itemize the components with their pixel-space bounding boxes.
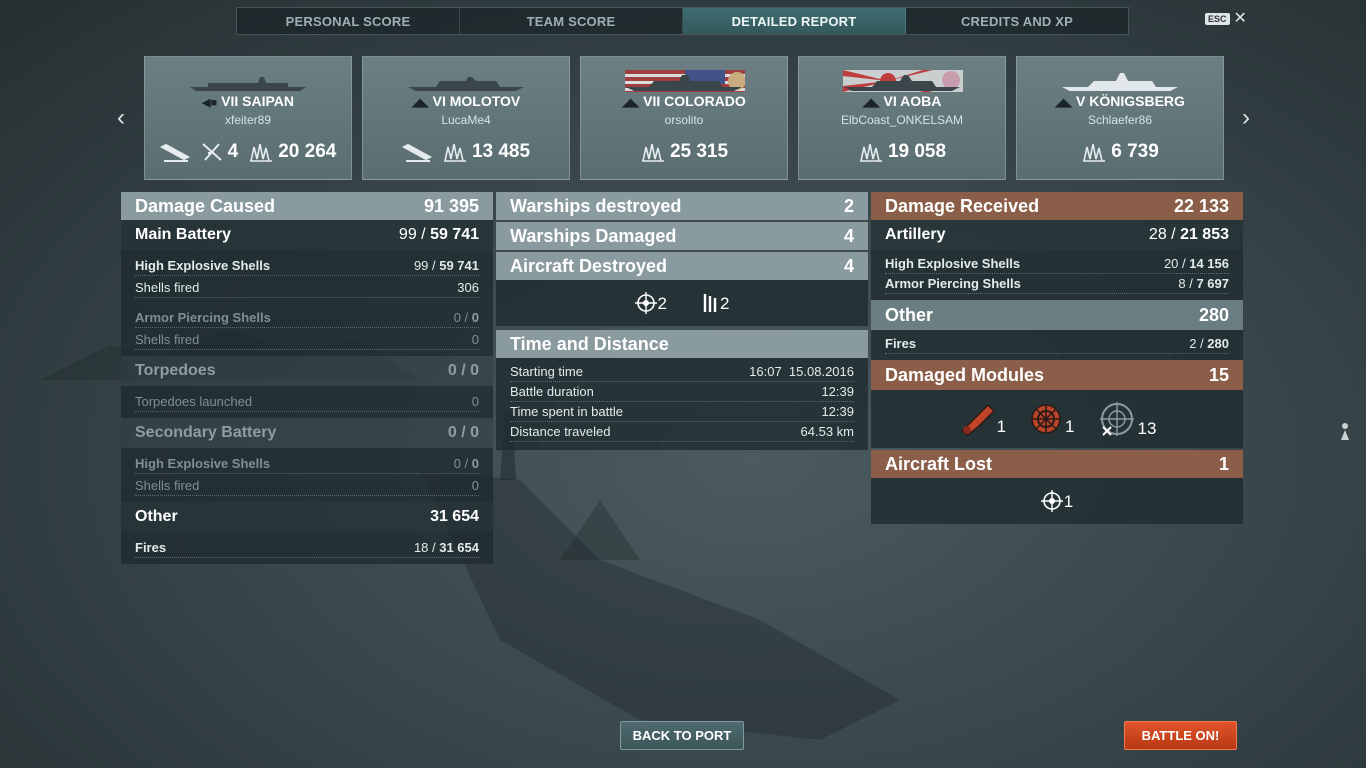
damage-caused-header: Damage Caused 91 395 xyxy=(121,192,493,220)
steering-module-icon xyxy=(1031,404,1061,434)
aircraft-lost-header: Aircraft Lost 1 xyxy=(871,450,1243,478)
ship-name: ◢◣ VII COLORADO xyxy=(622,93,746,109)
cruiser-class-icon: ◢◣ xyxy=(411,97,429,109)
received-he-row: High Explosive Shells 20 / 14 156 xyxy=(885,254,1229,274)
ship-silhouette-icon xyxy=(145,71,351,93)
torpedoes-header: Torpedoes 0 / 0 xyxy=(121,356,493,386)
torpedoes-launched-row: Torpedoes launched 0 xyxy=(135,390,479,412)
received-other-header: Other 280 xyxy=(871,300,1243,330)
secondary-battery-header: Secondary Battery 0 / 0 xyxy=(121,418,493,448)
ship-silhouette-icon xyxy=(1017,71,1223,93)
player-name: LucaMe4 xyxy=(441,113,491,127)
ship-card-konigsberg[interactable]: ◢◣ V KÖNIGSBERG Schlaefer86 6 739 xyxy=(1016,56,1224,180)
other-details: Fires 18 / 31 654 xyxy=(121,532,493,564)
ap-shells-fired-row: Shells fired 0 xyxy=(135,328,479,350)
ship-silhouette-icon xyxy=(581,71,787,93)
time-distance-details: Starting time 16:07 15.08.2016 Battle dur… xyxy=(496,358,868,450)
damaged-modules-icons: 1 1 13 xyxy=(871,390,1243,448)
close-button[interactable]: ESC ✕ xyxy=(1205,10,1247,27)
ship-card-colorado[interactable]: ◢◣ VII COLORADO orsolito 25 315 xyxy=(580,56,788,180)
ship-card-saipan[interactable]: ◀■ VII SAIPAN xfeiter89 4 20 264 xyxy=(144,56,352,180)
cruiser-class-icon: ◢◣ xyxy=(1055,97,1072,109)
starting-time-row: Starting time 16:07 15.08.2016 xyxy=(510,362,854,382)
ship-name: ◢◣ VI MOLOTOV xyxy=(411,93,521,109)
kills-panel: Warships destroyed 2 Warships Damaged 4 Ai… xyxy=(496,192,868,450)
ship-stats: 19 058 xyxy=(799,141,1005,163)
time-distance-header: Time and Distance xyxy=(496,330,868,358)
ship-name: ◢◣ VI AOBA xyxy=(862,93,942,109)
received-fires-row: Fires 2 / 280 xyxy=(885,334,1229,354)
ship-stats: 13 485 xyxy=(363,141,569,163)
player-name: xfeiter89 xyxy=(224,113,272,127)
shells-fired-row: Shells fired 306 xyxy=(135,276,479,298)
damage-icon xyxy=(1083,143,1106,162)
ship-silhouette-icon xyxy=(363,71,569,93)
he-shells-row: High Explosive Shells 99 / 59 741 xyxy=(135,254,479,276)
aircraft-destroyed-header: Aircraft Destroyed 4 xyxy=(496,252,868,280)
time-spent-row: Time spent in battle 12:39 xyxy=(510,402,854,422)
aircraft-destroyed-icons: 2 2 xyxy=(496,280,868,326)
tab-team-score[interactable]: TEAM SCORE xyxy=(460,8,683,34)
ship-stats: 25 315 xyxy=(581,141,787,163)
battle-on-button[interactable]: BATTLE ON! xyxy=(1124,721,1237,750)
aircraft-lost-icons: 1 xyxy=(871,478,1243,524)
battleship-class-icon: ◢◣ xyxy=(622,97,640,109)
ap-shells-row: Armor Piercing Shells 0 / 0 xyxy=(135,306,479,328)
received-other-details: Fires 2 / 280 xyxy=(871,330,1243,360)
artillery-details: High Explosive Shells 20 / 14 156 Armor P… xyxy=(871,250,1243,300)
received-ap-row: Armor Piercing Shells 8 / 7 697 xyxy=(885,274,1229,294)
crew-figure-icon xyxy=(1341,423,1349,440)
ship-card-aoba[interactable]: ◢◣ VI AOBA ElbCoast_ONKELSAM 19 058 xyxy=(798,56,1006,180)
fighter-crosshair-icon xyxy=(1040,490,1063,512)
damage-received-header: Damage Received 22 133 xyxy=(871,192,1243,220)
gun-module-icon xyxy=(960,403,995,436)
tab-detailed-report[interactable]: DETAILED REPORT xyxy=(683,8,906,34)
damage-caused-panel: Damage Caused 91 395 Main Battery 99 / 59 … xyxy=(121,192,493,564)
sunk-icon xyxy=(159,143,190,162)
player-name: orsolito xyxy=(664,113,704,127)
ship-stats: 4 20 264 xyxy=(145,141,351,163)
other-header: Other 31 654 xyxy=(121,502,493,532)
tab-bar: PERSONAL SCORE TEAM SCORE DETAILED REPOR… xyxy=(236,7,1129,35)
main-battery-details: High Explosive Shells 99 / 59 741 Shells … xyxy=(121,250,493,356)
player-name: Schlaefer86 xyxy=(1087,113,1153,127)
aircraft-kill-icon xyxy=(201,143,222,161)
damage-icon xyxy=(443,143,466,162)
back-to-port-button[interactable]: BACK TO PORT xyxy=(620,721,744,750)
distance-row: Distance traveled 64.53 km xyxy=(510,422,854,442)
player-name: ElbCoast_ONKELSAM xyxy=(840,113,964,127)
fires-row: Fires 18 / 31 654 xyxy=(135,536,479,558)
damage-icon xyxy=(859,143,882,162)
damage-icon xyxy=(250,143,273,162)
sunk-icon xyxy=(401,143,432,162)
ship-name: ◀■ VII SAIPAN xyxy=(202,93,294,109)
tab-personal-score[interactable]: PERSONAL SCORE xyxy=(237,8,460,34)
tab-credits-and-xp[interactable]: CREDITS AND XP xyxy=(906,8,1128,34)
damage-icon xyxy=(641,143,664,162)
damaged-modules-header: Damaged Modules 15 xyxy=(871,360,1243,390)
torpedoes-details: Torpedoes launched 0 xyxy=(121,386,493,418)
ship-name: ◢◣ V KÖNIGSBERG xyxy=(1055,93,1185,109)
warships-damaged-header: Warships Damaged 4 xyxy=(496,222,868,250)
fighter-crosshair-icon xyxy=(634,292,657,314)
battle-duration-row: Battle duration 12:39 xyxy=(510,382,854,402)
close-icon: ✕ xyxy=(1233,10,1247,27)
artillery-header: Artillery 28 / 21 853 xyxy=(871,220,1243,250)
prev-ship-arrow[interactable]: ‹ xyxy=(113,104,129,131)
main-battery-header: Main Battery 99 / 59 741 xyxy=(121,220,493,250)
esc-key-label: ESC xyxy=(1205,13,1230,25)
aa-bars-icon xyxy=(703,294,717,312)
cruiser-class-icon: ◢◣ xyxy=(862,97,880,109)
secondary-he-row: High Explosive Shells 0 / 0 xyxy=(135,452,479,474)
damage-received-panel: Damage Received 22 133 Artillery 28 / 21 8… xyxy=(871,192,1243,524)
ship-stats: 6 739 xyxy=(1017,141,1223,163)
ship-card-molotov[interactable]: ◢◣ VI MOLOTOV LucaMe4 13 485 xyxy=(362,56,570,180)
warships-destroyed-header: Warships destroyed 2 xyxy=(496,192,868,220)
secondary-fired-row: Shells fired 0 xyxy=(135,474,479,496)
ship-silhouette-icon xyxy=(799,71,1005,93)
aa-module-icon xyxy=(1099,402,1134,436)
carrier-class-icon: ◀■ xyxy=(202,97,218,109)
next-ship-arrow[interactable]: › xyxy=(1238,104,1254,131)
secondary-battery-details: High Explosive Shells 0 / 0 Shells fired 0 xyxy=(121,448,493,502)
